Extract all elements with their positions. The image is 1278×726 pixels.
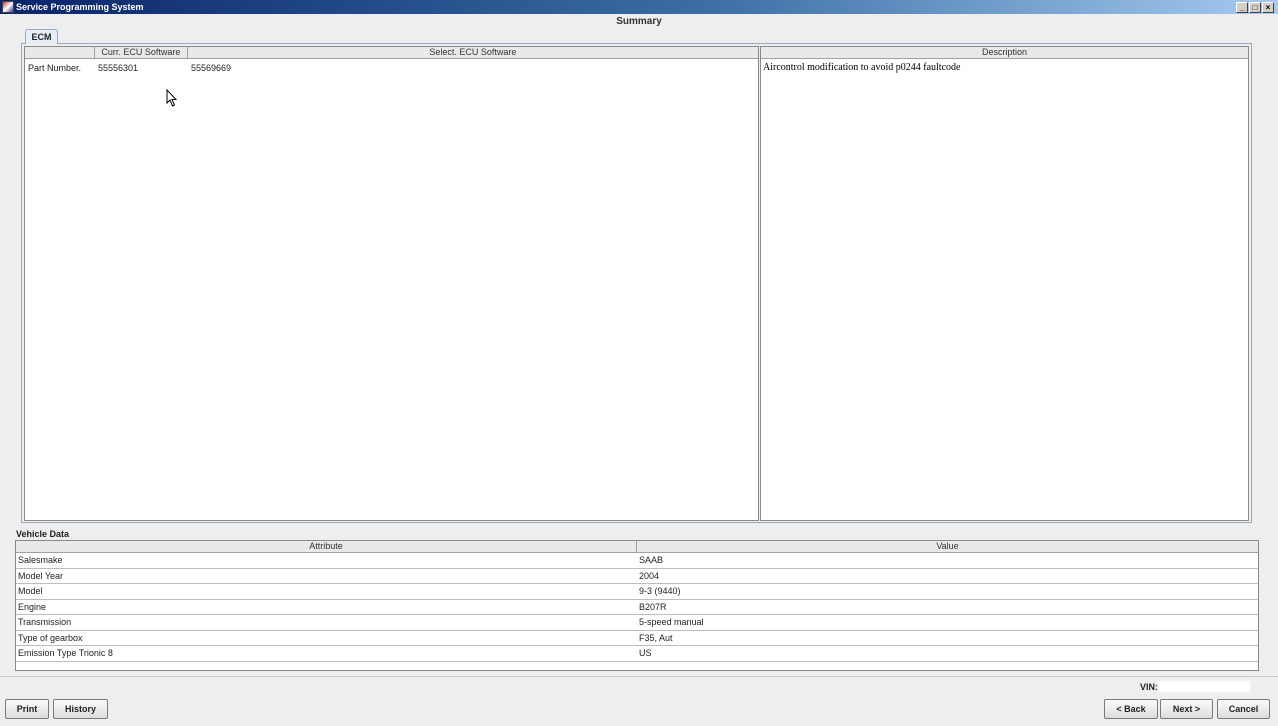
value-cell [637, 662, 1258, 678]
maximize-icon[interactable]: □ [1249, 1, 1261, 13]
table-row[interactable]: Part Number. 55556301 55569669 [25, 62, 758, 74]
history-button[interactable]: History [53, 699, 108, 719]
column-header-attribute[interactable]: Attribute [16, 541, 637, 552]
value-cell: US [639, 648, 652, 658]
description-table: Description Aircontrol modification to a… [760, 46, 1249, 521]
cancel-button[interactable]: Cancel [1217, 699, 1270, 719]
value-cell: B207R [639, 601, 667, 612]
part-number-label: Part Number. [28, 63, 82, 73]
page-title: Summary [616, 16, 662, 27]
software-table-header: Curr. ECU Software Select. ECU Software [25, 47, 758, 59]
column-header-blank[interactable] [25, 47, 95, 59]
vehicle-data-label: Vehicle Data [16, 529, 70, 539]
value-cell: F35, Aut [639, 632, 673, 643]
table-row[interactable]: Model Year 2004 [16, 569, 1258, 584]
attribute-cell: Salesmake [18, 555, 63, 565]
print-button[interactable]: Print [5, 699, 49, 719]
attribute-cell: Engine [18, 601, 47, 612]
close-icon[interactable]: × [1262, 1, 1274, 13]
current-software-value: 55556301 [98, 63, 139, 73]
minimize-icon[interactable]: _ [1236, 1, 1248, 13]
mouse-pointer-icon [166, 89, 178, 107]
table-row[interactable]: Salesmake SAAB [16, 553, 1258, 569]
attribute-cell: Model Year [18, 570, 64, 581]
value-cell: 9-3 (9440) [639, 586, 681, 596]
table-row-empty[interactable] [16, 662, 1258, 678]
vin-value-redacted [1158, 681, 1250, 692]
next-button[interactable]: Next > [1160, 699, 1213, 719]
table-row[interactable]: Transmission 5-speed manual [16, 615, 1258, 631]
title-bar: Service Programming System _ □ × [0, 0, 1278, 14]
column-header-description[interactable]: Description [761, 47, 1248, 59]
selected-software-value: 55569669 [191, 63, 232, 73]
description-table-header: Description [761, 47, 1248, 59]
description-text: Aircontrol modification to avoid p0244 f… [763, 62, 961, 73]
table-row[interactable]: Model 9-3 (9440) [16, 584, 1258, 600]
table-row[interactable]: Engine B207R [16, 600, 1258, 615]
value-cell: 2004 [639, 570, 660, 581]
software-table: Curr. ECU Software Select. ECU Software … [24, 46, 759, 521]
table-row[interactable]: Emission Type Trionic 8 US [16, 646, 1258, 662]
table-row[interactable]: Type of gearbox F35, Aut [16, 631, 1258, 646]
attribute-cell [16, 662, 637, 678]
app-icon [2, 1, 14, 13]
tab-ecm[interactable]: ECM [25, 29, 58, 44]
vehicle-data-table: Attribute Value Salesmake SAAB Model Yea… [15, 540, 1259, 671]
column-header-value[interactable]: Value [637, 541, 1258, 552]
attribute-cell: Model [18, 586, 43, 596]
column-header-selected-software[interactable]: Select. ECU Software [188, 47, 758, 59]
value-cell: SAAB [639, 555, 664, 565]
column-header-current-software[interactable]: Curr. ECU Software [95, 47, 188, 59]
back-button[interactable]: < Back [1104, 699, 1158, 719]
attribute-cell: Type of gearbox [18, 632, 83, 643]
window-controls: _ □ × [1236, 1, 1275, 13]
footer-divider [0, 676, 1278, 677]
attribute-cell: Emission Type Trionic 8 [18, 648, 113, 658]
window-title: Service Programming System [16, 2, 144, 12]
vin-label: VIN: [1140, 682, 1158, 692]
attribute-cell: Transmission [18, 617, 72, 627]
vehicle-data-header: Attribute Value [16, 541, 1258, 553]
value-cell: 5-speed manual [639, 617, 704, 627]
